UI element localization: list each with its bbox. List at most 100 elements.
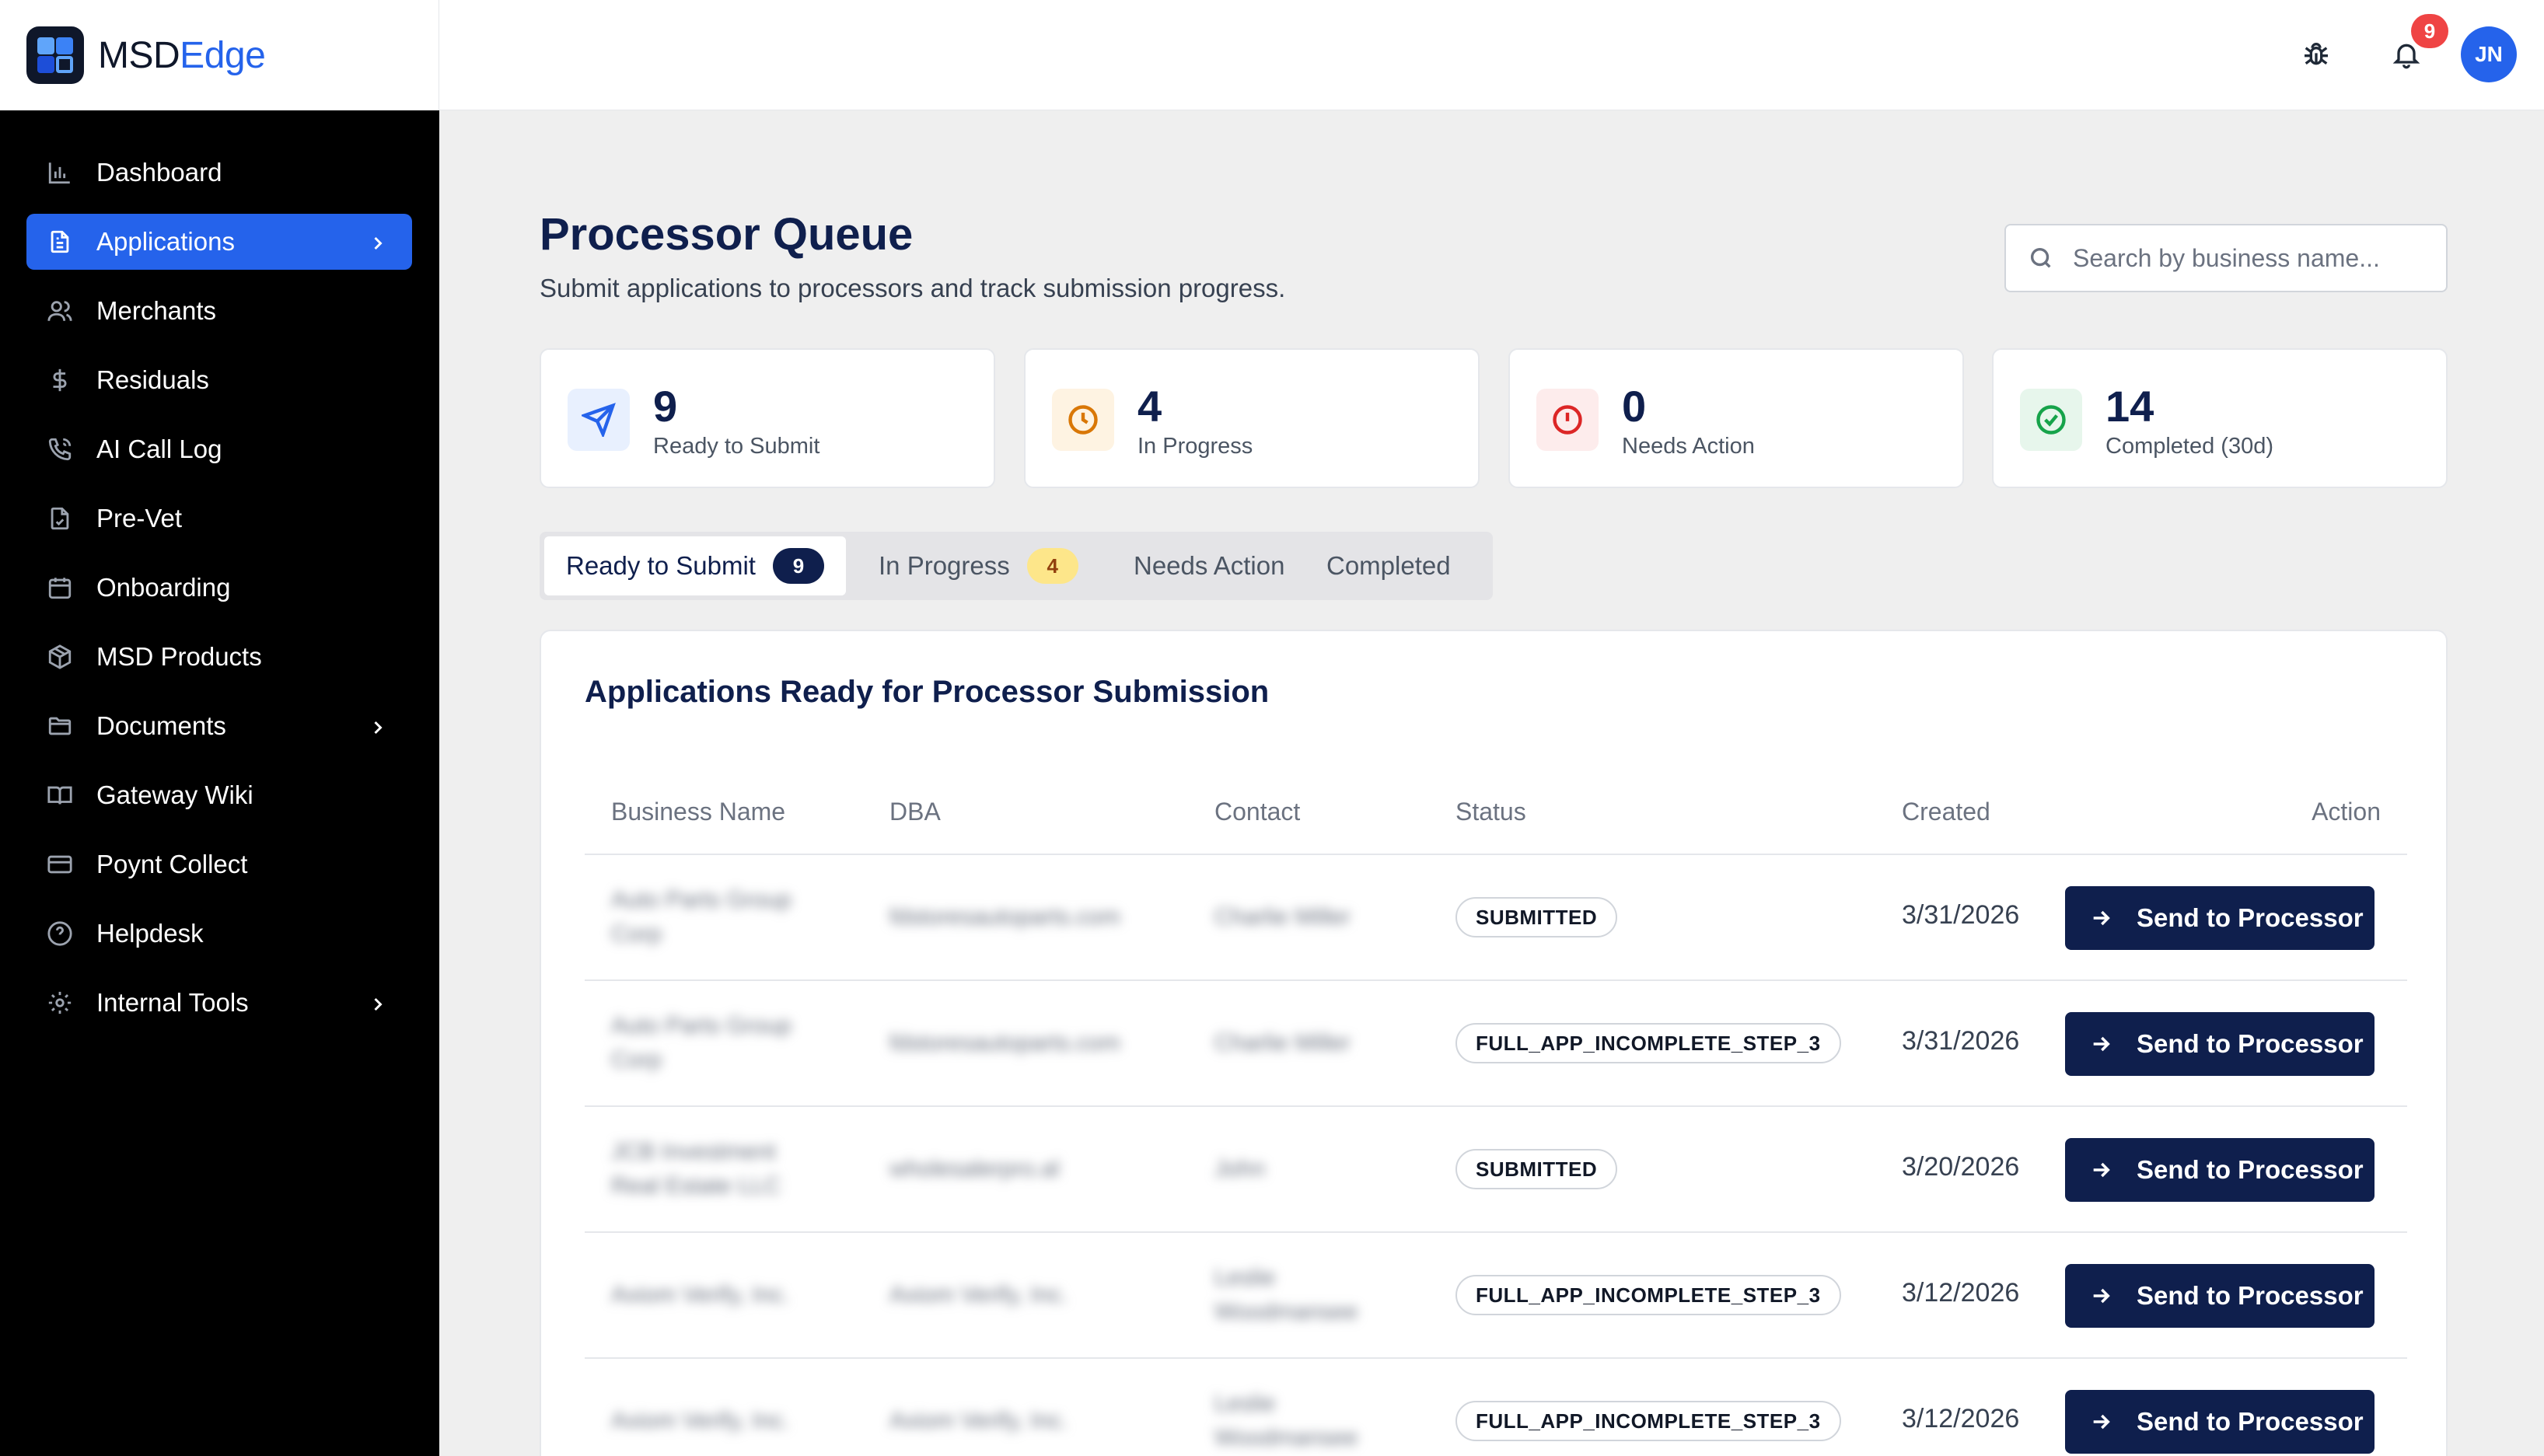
arrow-right-icon <box>2093 910 2110 926</box>
created-date: 3/12/2026 <box>1902 1278 2020 1308</box>
credit-card-icon <box>47 851 73 878</box>
top-bar: 9 JN <box>439 0 2544 110</box>
tab-in-progress[interactable]: In Progress 4 <box>857 536 1100 595</box>
dba-cell: fdstoresautoparts.com <box>889 1030 1120 1056</box>
chevron-right-icon <box>367 231 389 253</box>
business-name-cell: Auto Parts Group Corp <box>611 887 792 947</box>
status-badge: FULL_APP_INCOMPLETE_STEP_3 <box>1455 1023 1841 1063</box>
sidebar-item-poynt-collect[interactable]: Poynt Collect <box>26 836 412 892</box>
package-icon <box>47 644 73 670</box>
table-row[interactable]: Axiom Verify, Inc. Axiom Verify, Inc. Le… <box>585 1359 2407 1456</box>
send-to-processor-button[interactable]: Send to Processor <box>2065 1012 2375 1076</box>
tab-badge: 9 <box>772 548 824 584</box>
bug-icon[interactable] <box>2298 36 2335 73</box>
sidebar-item-label: Pre-Vet <box>96 504 183 532</box>
arrow-right-icon <box>2093 1288 2110 1304</box>
sidebar-item-gateway-wiki[interactable]: Gateway Wiki <box>26 767 412 823</box>
contact-cell: John <box>1214 1156 1266 1182</box>
tab-ready-to-submit[interactable]: Ready to Submit 9 <box>544 536 846 595</box>
button-label: Send to Processor <box>2137 1281 2364 1310</box>
sidebar-item-ai-call-log[interactable]: AI Call Log <box>26 421 412 477</box>
calendar-icon <box>47 574 73 601</box>
sidebar-item-dashboard[interactable]: Dashboard <box>26 145 412 201</box>
stat-label: Completed (30d) <box>2105 434 2273 459</box>
book-icon <box>47 782 73 808</box>
sidebar-item-label: Merchants <box>96 296 217 325</box>
tab-completed[interactable]: Completed <box>1305 536 1473 595</box>
status-badge: FULL_APP_INCOMPLETE_STEP_3 <box>1455 1401 1841 1441</box>
sidebar-item-label: Dashboard <box>96 158 222 187</box>
send-to-processor-button[interactable]: Send to Processor <box>2065 1138 2375 1202</box>
panel-title: Applications Ready for Processor Submiss… <box>585 675 1270 709</box>
column-header[interactable]: DBA <box>889 798 941 826</box>
column-header[interactable]: Status <box>1455 798 1526 826</box>
alert-circle-icon <box>1536 389 1599 451</box>
phone-icon <box>47 436 73 463</box>
sidebar-item-pre-vet[interactable]: Pre-Vet <box>26 491 412 546</box>
applications-panel: Applications Ready for Processor Submiss… <box>540 630 2448 1456</box>
search-box[interactable] <box>2004 224 2448 292</box>
folder-icon <box>47 713 73 739</box>
sidebar-item-label: Residuals <box>96 365 209 394</box>
table-row[interactable]: JCB Investment Real Estate LLC wholesaler… <box>585 1107 2407 1233</box>
sidebar-item-msd-products[interactable]: MSD Products <box>26 629 412 685</box>
sidebar-item-label: Onboarding <box>96 573 231 602</box>
tab-label: Ready to Submit <box>566 551 756 580</box>
arrow-right-icon <box>2093 1162 2110 1178</box>
sidebar-item-label: Applications <box>96 227 235 256</box>
sidebar-item-label: Gateway Wiki <box>96 780 253 809</box>
button-label: Send to Processor <box>2137 903 2364 932</box>
brand-name: MSDEdge <box>98 34 266 76</box>
sidebar-item-label: Helpdesk <box>96 919 204 948</box>
search-icon <box>2030 247 2051 268</box>
stat-value: 0 <box>1622 382 1647 431</box>
sidebar-item-documents[interactable]: Documents <box>26 698 412 754</box>
sidebar-item-merchants[interactable]: Merchants <box>26 283 412 339</box>
sidebar-item-label: MSD Products <box>96 642 262 671</box>
stat-value: 4 <box>1137 382 1162 431</box>
column-header[interactable]: Created <box>1902 798 1990 826</box>
stat-card-ready: 9 Ready to Submit <box>540 348 995 488</box>
contact-cell: Charlie Miller <box>1214 1030 1351 1056</box>
check-circle-icon <box>2020 389 2082 451</box>
chevron-right-icon <box>367 715 389 737</box>
status-badge: FULL_APP_INCOMPLETE_STEP_3 <box>1455 1275 1841 1315</box>
page-subtitle: Submit applications to processors and tr… <box>540 274 1286 302</box>
arrow-right-icon <box>2093 1414 2110 1430</box>
contact-cell: Leslie Woodmansee <box>1214 1265 1358 1325</box>
column-header[interactable]: Business Name <box>611 798 785 826</box>
arrow-right-icon <box>2093 1036 2110 1052</box>
sidebar-item-applications[interactable]: Applications <box>26 214 412 270</box>
help-circle-icon <box>47 920 73 947</box>
clock-icon <box>1052 389 1114 451</box>
sidebar-item-label: Poynt Collect <box>96 850 248 878</box>
send-icon <box>568 389 630 451</box>
search-input[interactable] <box>2073 243 2415 273</box>
document-icon <box>47 229 73 255</box>
created-date: 3/12/2026 <box>1902 1404 2020 1433</box>
send-to-processor-button[interactable]: Send to Processor <box>2065 1390 2375 1454</box>
page-title: Processor Queue <box>540 209 914 260</box>
table-row[interactable]: Auto Parts Group Corp fdstoresautoparts.c… <box>585 855 2407 981</box>
table-row[interactable]: Axiom Verify, Inc. Axiom Verify, Inc. Le… <box>585 1233 2407 1359</box>
sidebar-item-onboarding[interactable]: Onboarding <box>26 560 412 616</box>
contact-cell: Charlie Miller <box>1214 904 1351 930</box>
sidebar-item-helpdesk[interactable]: Helpdesk <box>26 906 412 962</box>
sidebar-nav: Dashboard Applications Merchants Residua… <box>26 145 412 1044</box>
tab-label: Completed <box>1326 551 1451 580</box>
send-to-processor-button[interactable]: Send to Processor <box>2065 1264 2375 1328</box>
column-header: Action <box>2312 798 2381 826</box>
table-row[interactable]: Auto Parts Group Corp fdstoresautoparts.c… <box>585 981 2407 1107</box>
dollar-icon <box>47 367 73 393</box>
column-header[interactable]: Contact <box>1214 798 1300 826</box>
brand-header[interactable]: MSDEdge <box>0 0 439 110</box>
send-to-processor-button[interactable]: Send to Processor <box>2065 886 2375 950</box>
notification-badge: 9 <box>2411 14 2448 48</box>
tab-needs-action[interactable]: Needs Action <box>1112 536 1306 595</box>
sidebar-item-residuals[interactable]: Residuals <box>26 352 412 408</box>
button-label: Send to Processor <box>2137 1029 2364 1058</box>
sidebar-item-internal-tools[interactable]: Internal Tools <box>26 975 412 1031</box>
user-avatar[interactable]: JN <box>2461 26 2517 82</box>
stat-value: 14 <box>2105 382 2154 431</box>
business-name-cell: Axiom Verify, Inc. <box>611 1282 790 1308</box>
